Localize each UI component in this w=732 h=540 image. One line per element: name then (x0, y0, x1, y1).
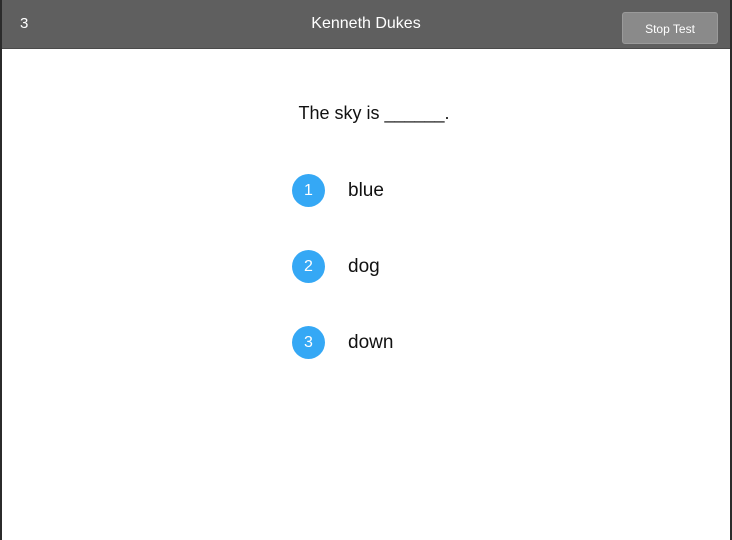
answer-option-1[interactable]: 1 blue (292, 174, 512, 250)
answer-options: 1 blue 2 dog 3 down (292, 174, 512, 402)
top-bar: 3 Kenneth Dukes Stop Test (2, 0, 730, 49)
option-number-badge: 1 (292, 174, 325, 207)
option-label: dog (348, 256, 380, 277)
answer-option-3[interactable]: 3 down (292, 326, 512, 402)
test-window: 3 Kenneth Dukes Stop Test The sky is ___… (0, 0, 732, 540)
student-name: Kenneth Dukes (311, 15, 421, 32)
question-prompt: The sky is ______. (298, 103, 450, 123)
option-label: blue (348, 180, 384, 201)
option-number-badge: 2 (292, 250, 325, 283)
option-number-badge: 3 (292, 326, 325, 359)
option-label: down (348, 332, 394, 353)
answer-option-2[interactable]: 2 dog (292, 250, 512, 326)
stop-test-button[interactable]: Stop Test (622, 12, 718, 44)
